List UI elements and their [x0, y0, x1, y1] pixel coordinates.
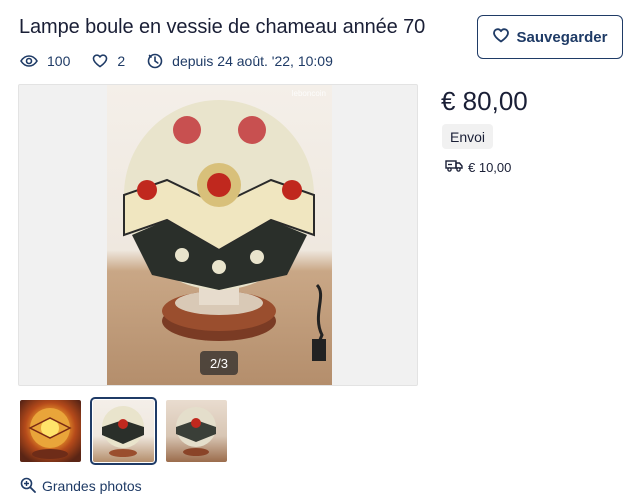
posted-date: depuis 24 août. '22, 10:09	[147, 53, 333, 69]
posted-value: depuis 24 août. '22, 10:09	[172, 53, 333, 69]
listing-meta: 100 2 depuis 24 août. '22, 10:09	[20, 51, 355, 71]
photo-gallery[interactable]: leboncoin 2/3	[18, 84, 418, 386]
thumbnail-1[interactable]	[20, 400, 81, 462]
thumbnail-2[interactable]	[90, 397, 157, 465]
save-button[interactable]: Sauvegarder	[477, 15, 623, 59]
eye-icon	[20, 55, 38, 67]
listing-title: Lampe boule en vessie de chameau année 7…	[19, 16, 426, 38]
thumbnail-image	[28, 408, 72, 459]
views-value: 100	[47, 53, 71, 69]
thumbnail-image	[176, 407, 216, 456]
watermark: leboncoin	[291, 89, 326, 98]
views-count: 100	[20, 53, 70, 69]
favorites-value: 2	[117, 53, 126, 69]
shipping-cost: € 10,00	[445, 158, 511, 176]
photo-counter: 2/3	[200, 351, 238, 375]
shipping-value: € 10,00	[468, 159, 512, 175]
clock-icon	[147, 53, 163, 69]
thumbnail-image	[102, 406, 144, 457]
heart-icon	[492, 27, 509, 47]
delivery-tag: Envoi	[442, 124, 494, 149]
favorites-count: 2	[92, 53, 125, 69]
save-button-label: Sauvegarder	[516, 28, 608, 46]
main-photo[interactable]: leboncoin	[107, 85, 332, 385]
big-photos-link[interactable]: Grandes photos	[20, 476, 142, 496]
big-photos-label: Grandes photos	[42, 478, 142, 494]
zoom-in-icon	[20, 477, 36, 496]
lamp-illustration	[123, 100, 326, 361]
thumbnail-3[interactable]	[166, 400, 227, 462]
heart-icon	[92, 54, 108, 68]
truck-icon	[445, 159, 463, 175]
price: € 80,00	[441, 86, 528, 116]
